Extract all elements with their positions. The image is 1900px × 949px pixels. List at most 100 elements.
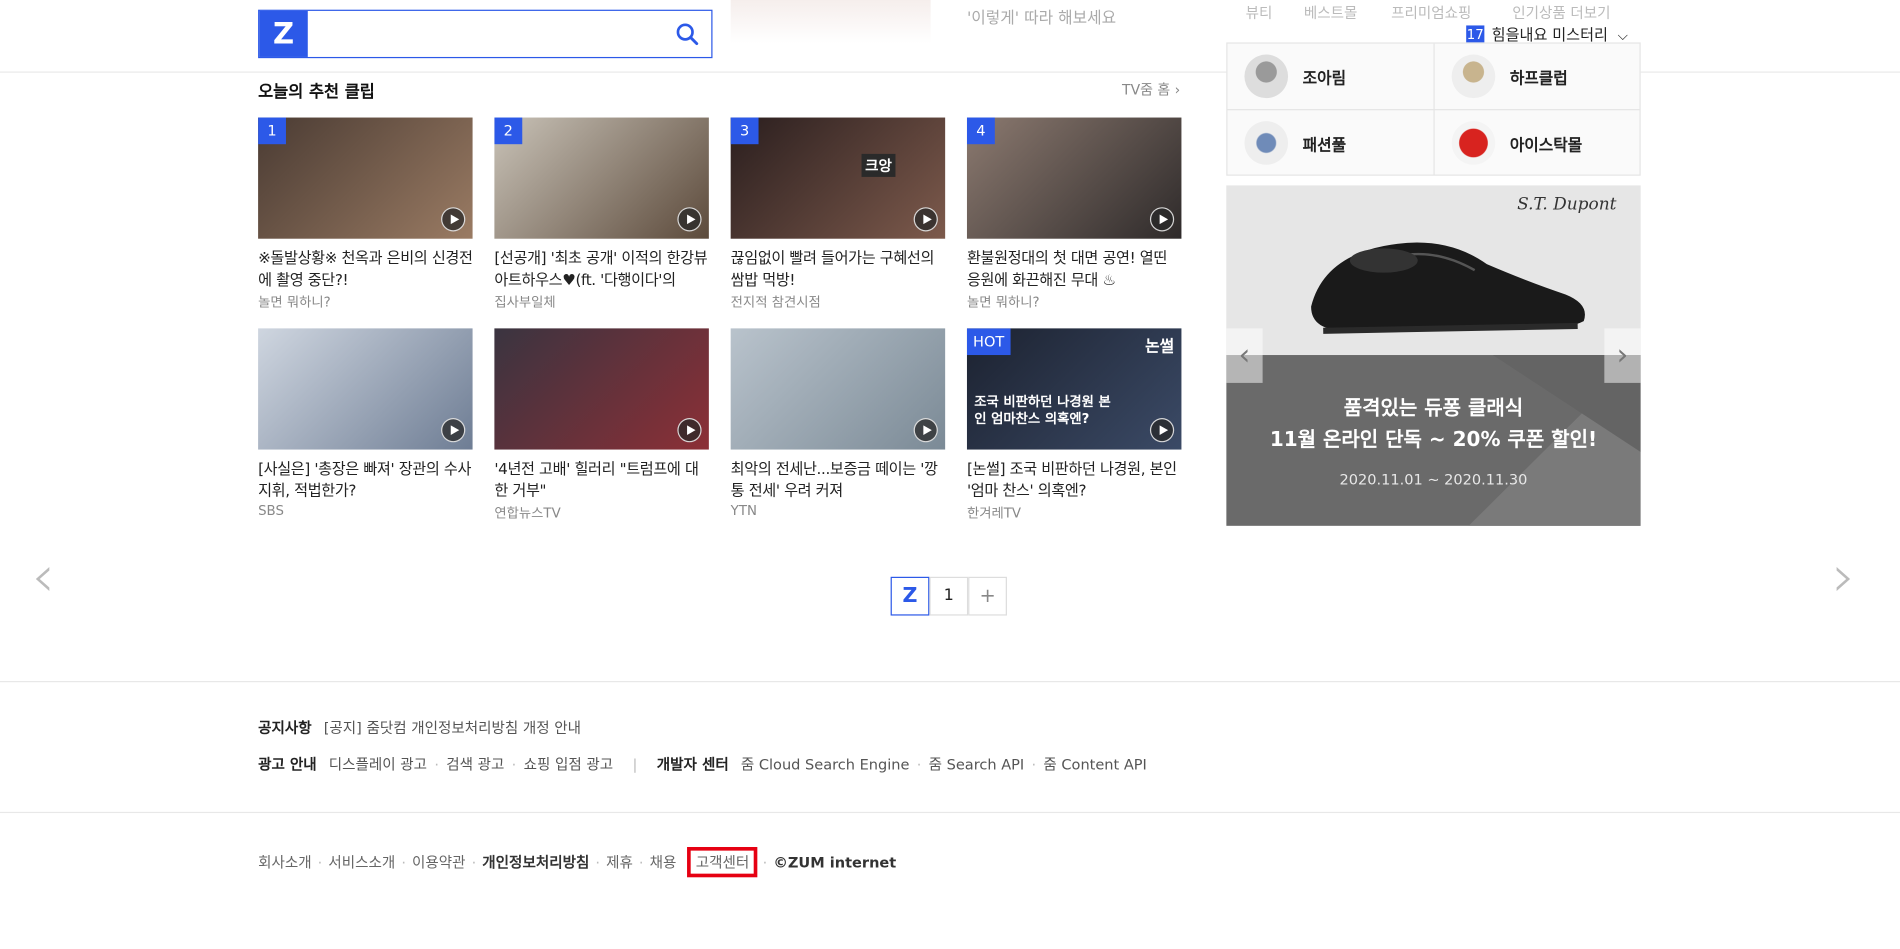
- zum-logo[interactable]: Z: [259, 10, 308, 57]
- clip-thumbnail[interactable]: [258, 328, 473, 450]
- ad-link-display[interactable]: 디스플레이 광고: [329, 756, 427, 773]
- notice-link[interactable]: [공지] 줌닷컴 개인정보처리방침 개정 안내: [324, 720, 581, 737]
- clip-thumbnail[interactable]: [730, 328, 946, 450]
- shop-item-label: 패션풀: [1302, 136, 1347, 156]
- footer-divider-2: [0, 811, 1900, 814]
- footer-link-partnership[interactable]: 제휴: [606, 854, 633, 871]
- footer-link-company[interactable]: 회사소개: [258, 854, 312, 871]
- dev-link-search-api[interactable]: 줌 Search API: [929, 756, 1025, 773]
- clip-source[interactable]: 연합뉴스TV: [494, 503, 708, 522]
- clip-card[interactable]: 최악의 전세난...보증금 떼이는 '깡통 전세' 우려 커져 YTN: [730, 328, 946, 519]
- clip-rank-badge: HOT: [966, 328, 1011, 356]
- tvzum-home-link[interactable]: TV줌 홈 ›: [1122, 80, 1180, 99]
- shop-grid: 조아림 하프클럽 패션풀 아이스탁몰: [1226, 42, 1641, 176]
- clip-source[interactable]: 놀면 뭐하니?: [258, 292, 472, 311]
- dev-center-label: 개발자 센터: [656, 756, 729, 774]
- clip-card[interactable]: 조국 비판하던 나경원 본인 엄마찬스 의혹엔? 논썰 HOT [논썰] 조국 비판하…: [966, 328, 1182, 522]
- ad-headline: 품격있는 듀퐁 클래식: [1343, 396, 1524, 420]
- page-next-arrow[interactable]: ›: [1832, 543, 1855, 611]
- pager-zum-button[interactable]: Z: [890, 576, 930, 616]
- ad-link-shopping[interactable]: 쇼핑 입점 광고: [524, 756, 614, 773]
- clip-card[interactable]: 4 환불원정대의 첫 대면 공연! 열띤 응원에 화끈해진 무대 ♨ 놀면 뭐하니?: [966, 117, 1182, 312]
- shop-item[interactable]: 조아림: [1227, 44, 1433, 109]
- clip-title[interactable]: 끊임없이 빨려 들어가는 구혜선의 쌈밥 먹방!: [731, 247, 945, 289]
- footer-links: 회사소개 · 서비스소개 · 이용약관 · 개인정보처리방침 · 제휴 · 채용 고객센터 · ©ZUM …: [258, 846, 896, 878]
- play-icon[interactable]: [677, 418, 702, 443]
- clip-title[interactable]: ※돌발상황※ 천옥과 은비의 신경전에 촬영 중단?!: [258, 247, 472, 289]
- clip-source[interactable]: 집사부일체: [494, 292, 708, 311]
- play-icon[interactable]: [441, 207, 466, 232]
- shop-item-label: 조아림: [1302, 70, 1347, 89]
- dev-link-content-api[interactable]: 줌 Content API: [1043, 756, 1146, 773]
- search-box: Z: [258, 9, 713, 59]
- clip-title[interactable]: [사실은] '총장은 빠져' 장관의 수사 지휘, 적법한가?: [258, 458, 472, 500]
- section-title: 오늘의 추천 클립: [258, 82, 375, 102]
- clip-rank-badge: 4: [966, 117, 995, 145]
- clip-thumbnail[interactable]: 4: [966, 117, 1182, 239]
- shop-item-thumbnail: [1451, 121, 1496, 165]
- clip-thumbnail[interactable]: 조국 비판하던 나경원 본인 엄마찬스 의혹엔? 논썰 HOT: [966, 328, 1182, 450]
- ad-subheadline: 11월 온라인 단독 ~ 20% 쿠폰 할인!: [1269, 427, 1598, 451]
- clip-source[interactable]: 전지적 참견시점: [731, 292, 945, 311]
- footer-link-careers[interactable]: 채용: [650, 854, 677, 871]
- clip-source[interactable]: YTN: [731, 503, 945, 519]
- clip-rank-badge: 1: [258, 117, 286, 145]
- clip-title[interactable]: 환불원정대의 첫 대면 공연! 열띤 응원에 화끈해진 무대 ♨: [967, 247, 1181, 289]
- shop-item[interactable]: 아이스탁몰: [1435, 110, 1641, 175]
- shop-tab[interactable]: 뷰티: [1246, 2, 1273, 23]
- clip-card[interactable]: 1 ※돌발상황※ 천옥과 은비의 신경전에 촬영 중단?! 놀면 뭐하니?: [258, 117, 473, 312]
- rank-badge: 17: [1466, 25, 1485, 44]
- ad-prev-arrow[interactable]: ‹: [1226, 328, 1263, 383]
- clip-title[interactable]: [선공개] '최초 공개' 이적의 한강뷰 아트하우스♥(ft. '다행이다'의: [494, 247, 708, 289]
- clip-thumbnail[interactable]: 2: [494, 117, 709, 239]
- footer-link-service[interactable]: 서비스소개: [328, 854, 395, 871]
- clip-source[interactable]: 한겨레TV: [967, 503, 1181, 522]
- clip-source[interactable]: SBS: [258, 503, 472, 519]
- ad-info-label: 광고 안내: [258, 756, 317, 774]
- shop-item-thumbnail: [1244, 54, 1289, 99]
- clip-rank-badge: 3: [730, 117, 759, 145]
- search-input[interactable]: [312, 18, 665, 50]
- clip-thumbnail[interactable]: 크앙 3: [730, 117, 946, 239]
- shop-item[interactable]: 하프클럽: [1435, 44, 1641, 109]
- ad-next-arrow[interactable]: ›: [1604, 328, 1641, 383]
- notice-row: 공지사항 [공지] 줌닷컴 개인정보처리방침 개정 안내: [258, 717, 581, 738]
- clip-card[interactable]: 2 [선공개] '최초 공개' 이적의 한강뷰 아트하우스♥(ft. '다행이다'…: [494, 117, 709, 312]
- clip-caption-tag: 크앙: [861, 153, 896, 177]
- shop-item-label: 하프클럽: [1509, 70, 1568, 89]
- dev-link-cloud-search[interactable]: 줌 Cloud Search Engine: [741, 756, 910, 773]
- clip-title[interactable]: [논썰] 조국 비판하던 나경원, 본인 '엄마 찬스' 의혹엔?: [967, 458, 1181, 500]
- footer-link-terms[interactable]: 이용약관: [412, 854, 466, 871]
- footer-divider: [0, 680, 1900, 683]
- play-icon[interactable]: [677, 207, 702, 232]
- ad-link-search[interactable]: 검색 광고: [446, 756, 504, 773]
- page-prev-arrow[interactable]: ‹: [32, 543, 55, 611]
- pager-more-button[interactable]: +: [968, 576, 1007, 616]
- clip-overlay-text: 조국 비판하던 나경원 본인 엄마찬스 의혹엔?: [974, 393, 1111, 427]
- play-icon[interactable]: [1149, 207, 1175, 232]
- play-icon[interactable]: [1149, 418, 1175, 443]
- clip-source[interactable]: 놀면 뭐하니?: [967, 292, 1181, 311]
- shop-tab[interactable]: 베스트몰: [1304, 2, 1358, 23]
- footer-link-customer-center[interactable]: 고객센터: [687, 846, 758, 878]
- clip-card[interactable]: '4년전 고배' 힐러리 "트럼프에 대한 거부" 연합뉴스TV: [494, 328, 709, 522]
- clip-title[interactable]: 최악의 전세난...보증금 떼이는 '깡통 전세' 우려 커져: [731, 458, 945, 500]
- ad-date: 2020.11.01 ~ 2020.11.30: [1339, 471, 1528, 489]
- shop-item[interactable]: 패션풀: [1227, 110, 1433, 175]
- play-icon[interactable]: [913, 207, 938, 232]
- clip-thumbnail[interactable]: 1: [258, 117, 473, 239]
- shop-tab[interactable]: 인기상품 더보기: [1512, 2, 1610, 23]
- clip-thumbnail[interactable]: [494, 328, 709, 450]
- footer-link-privacy[interactable]: 개인정보처리방침: [482, 854, 589, 871]
- clip-card[interactable]: [사실은] '총장은 빠져' 장관의 수사 지휘, 적법한가? SBS: [258, 328, 473, 519]
- play-icon[interactable]: [913, 418, 938, 443]
- clip-title[interactable]: '4년전 고배' 힐러리 "트럼프에 대한 거부": [494, 458, 708, 500]
- clip-card[interactable]: 크앙 3 끊임없이 빨려 들어가는 구혜선의 쌈밥 먹방! 전지적 참견시점: [730, 117, 946, 312]
- shop-item-thumbnail: [1451, 54, 1496, 99]
- pager-page-1[interactable]: 1: [929, 576, 969, 616]
- search-icon[interactable]: [675, 22, 699, 46]
- shop-tab[interactable]: 프리미엄쇼핑: [1391, 2, 1471, 23]
- ad-banner[interactable]: S.T. Dupont 품격있는 듀퐁 클래식 11월 온라인 단독 ~ 20%…: [1226, 185, 1641, 526]
- play-icon[interactable]: [441, 418, 466, 443]
- notice-label: 공지사항: [258, 719, 312, 737]
